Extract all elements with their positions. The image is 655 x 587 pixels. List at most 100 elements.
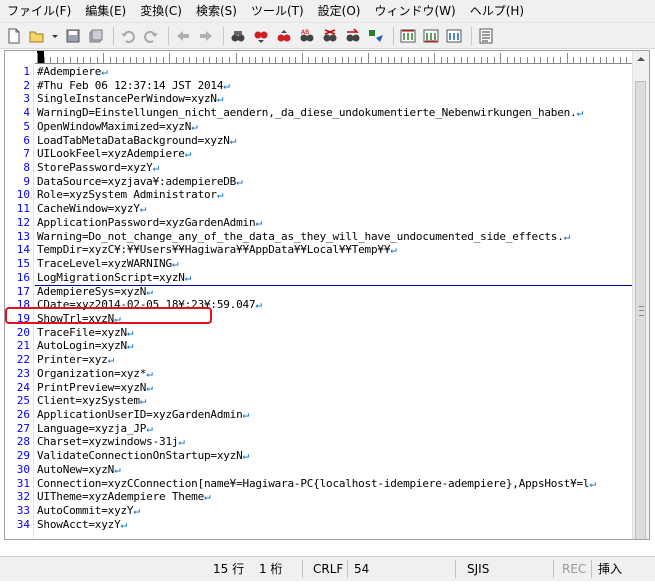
text-line[interactable]: Language=xyzja_JP↵ bbox=[37, 422, 153, 436]
text-line[interactable]: ApplicationPassword=xyzGardenAdmin↵ bbox=[37, 216, 262, 230]
text-line[interactable]: Warning=Do_not_change_any_of_the_data_as… bbox=[37, 230, 570, 244]
text-line[interactable]: ShowAcct=xyzY↵ bbox=[37, 518, 127, 532]
toolbar-separator bbox=[393, 26, 394, 45]
new-file-icon[interactable] bbox=[4, 26, 24, 46]
text-line[interactable]: LoadTabMetaDataBackground=xyzN↵ bbox=[37, 134, 236, 148]
ruler-tick bbox=[268, 57, 270, 63]
ruler-tick bbox=[394, 57, 396, 63]
menu-item-6[interactable]: ウィンドウ(W) bbox=[367, 0, 462, 22]
text-line[interactable]: ApplicationUserID=xyzGardenAdmin↵ bbox=[37, 408, 249, 422]
scrollbar-thumb[interactable] bbox=[635, 81, 646, 539]
eol-marker-icon: ↵ bbox=[178, 435, 185, 449]
ruler-tick bbox=[89, 57, 91, 63]
line-number: 30 bbox=[16, 462, 30, 476]
menu-item-1[interactable]: 編集(E) bbox=[78, 0, 133, 22]
ruler-tick bbox=[76, 57, 78, 63]
toolbar-separator bbox=[168, 26, 169, 45]
forward-icon[interactable] bbox=[196, 26, 216, 46]
text-line[interactable]: TraceLevel=xyzWARNING↵ bbox=[37, 257, 179, 271]
line-text: OpenWindowMaximized=xyzN bbox=[37, 119, 192, 133]
line-number: 6 bbox=[23, 133, 30, 147]
text-line[interactable]: AutoNew=xyzN↵ bbox=[37, 463, 121, 477]
line-text: Printer=xyz bbox=[37, 353, 108, 367]
text-line[interactable]: Role=xyzSystem Administrator↵ bbox=[37, 188, 223, 202]
ruler-tick bbox=[401, 57, 403, 63]
text-line[interactable]: TempDir=xyzC¥:¥¥Users¥¥Hagiwara¥¥AppData… bbox=[37, 243, 397, 257]
text-line[interactable]: TraceFile=xyzN↵ bbox=[37, 326, 134, 340]
menu-item-5[interactable]: 設定(O) bbox=[311, 0, 368, 22]
text-line[interactable]: Printer=xyz↵ bbox=[37, 353, 114, 367]
outline-icon[interactable] bbox=[476, 26, 496, 46]
find-icon[interactable] bbox=[228, 26, 248, 46]
tag-jump-icon[interactable] bbox=[366, 26, 386, 46]
svg-text:AB: AB bbox=[301, 29, 309, 36]
menu-bar: ファイル(F) 編集(E) 変換(C) 検索(S) ツール(T) 設定(O) ウィンドウ(W… bbox=[0, 0, 655, 23]
text-line[interactable]: PrintPreview=xyzN↵ bbox=[37, 381, 153, 395]
ruler-tick bbox=[262, 57, 264, 63]
text-line[interactable]: LogMigrationScript=xyzN↵ bbox=[37, 271, 191, 285]
text-line[interactable]: #Adempiere↵ bbox=[37, 65, 108, 79]
ruler-tick bbox=[228, 57, 230, 63]
text-line[interactable]: OpenWindowMaximized=xyzN↵ bbox=[37, 120, 198, 134]
menu-item-4[interactable]: ツール(T) bbox=[244, 0, 311, 22]
ruler-tick bbox=[43, 57, 45, 63]
text-line[interactable]: Organization=xyz*↵ bbox=[37, 367, 153, 381]
jump-icon[interactable] bbox=[343, 26, 363, 46]
line-number: 8 bbox=[23, 161, 30, 175]
find-prev-icon[interactable] bbox=[274, 26, 294, 46]
line-number: 7 bbox=[23, 147, 30, 161]
text-line[interactable]: StorePassword=xyzY↵ bbox=[37, 161, 159, 175]
find-next-icon[interactable] bbox=[251, 26, 271, 46]
menu-item-7[interactable]: ヘルプ(H) bbox=[463, 0, 531, 22]
vertical-scrollbar[interactable] bbox=[632, 51, 649, 539]
text-line[interactable]: ValidateConnectionOnStartup=xyzN↵ bbox=[37, 449, 249, 463]
text-line[interactable]: AdempiereSys=xyzN↵ bbox=[37, 285, 153, 299]
open-file-icon[interactable] bbox=[27, 26, 47, 46]
text-line[interactable]: SingleInstancePerWindow=xyzN↵ bbox=[37, 92, 223, 106]
eol-marker-icon: ↵ bbox=[107, 353, 115, 367]
menu-item-3[interactable]: 検索(S) bbox=[189, 0, 244, 22]
back-icon[interactable] bbox=[173, 26, 193, 46]
line-text: AutoCommit=xyzY bbox=[37, 504, 134, 518]
text-editor[interactable]: 1 2 3 4 5 6 7 8 9 10 11 12 13 14 15 16 17 18 19 20 21 22 23 24 2… bbox=[4, 50, 650, 540]
ruler-tick bbox=[540, 57, 542, 63]
eol-marker-icon: ↵ bbox=[216, 188, 224, 202]
undo-icon[interactable] bbox=[118, 26, 138, 46]
menu-item-2[interactable]: 変換(C) bbox=[133, 0, 189, 22]
compare-2-icon[interactable] bbox=[421, 26, 441, 46]
text-line[interactable]: #Thu Feb 06 12:37:14 JST 2014↵ bbox=[37, 79, 230, 93]
text-line[interactable]: Charset=xyzwindows-31j↵ bbox=[37, 435, 185, 449]
text-line[interactable]: Client=xyzSystem↵ bbox=[37, 394, 146, 408]
redo-icon[interactable] bbox=[141, 26, 161, 46]
scroll-up-arrow-icon[interactable] bbox=[633, 51, 649, 67]
line-number: 28 bbox=[16, 435, 30, 449]
text-line[interactable]: DataSource=xyzjava¥:adempiereDB↵ bbox=[37, 175, 243, 189]
toolbar-separator bbox=[471, 26, 472, 45]
toolbar-separator bbox=[113, 26, 114, 45]
text-line[interactable]: WarningD=Einstellungen_nicht_aendern,_da… bbox=[37, 106, 583, 120]
text-line[interactable]: UILookFeel=xyzAdempiere↵ bbox=[37, 147, 191, 161]
text-line[interactable]: AutoLogin=xyzN↵ bbox=[37, 339, 134, 353]
replace-icon[interactable]: AB bbox=[297, 26, 317, 46]
text-area[interactable]: #Adempiere↵ #Thu Feb 06 12:37:14 JST 2014… bbox=[35, 64, 632, 539]
text-line[interactable]: Connection=xyzCConnection[name¥=Hagiwara… bbox=[37, 477, 596, 491]
text-line[interactable]: UITheme=xyzAdempiere Theme↵ bbox=[37, 490, 211, 504]
text-line[interactable]: AutoCommit=xyzY↵ bbox=[37, 504, 140, 518]
ruler-tick bbox=[348, 57, 350, 63]
save-all-icon[interactable] bbox=[86, 26, 106, 46]
line-number: 16 bbox=[16, 270, 30, 284]
line-text: ApplicationUserID=xyzGardenAdmin bbox=[37, 408, 243, 421]
grep-icon[interactable] bbox=[320, 26, 340, 46]
save-icon[interactable] bbox=[63, 26, 83, 46]
menu-item-0[interactable]: ファイル(F) bbox=[0, 0, 78, 22]
ruler-tick bbox=[414, 57, 416, 63]
dropdown-icon[interactable] bbox=[50, 26, 60, 46]
ruler-tick bbox=[182, 57, 184, 63]
eol-marker-icon: ↵ bbox=[255, 298, 262, 312]
compare-icon[interactable] bbox=[398, 26, 418, 46]
text-line[interactable]: CacheWindow=xyzY↵ bbox=[37, 202, 146, 216]
line-text: AutoNew=xyzN bbox=[37, 462, 115, 476]
compare-3-icon[interactable] bbox=[444, 26, 464, 46]
eol-marker-icon: ↵ bbox=[146, 366, 153, 380]
ruler-tick bbox=[440, 57, 442, 63]
